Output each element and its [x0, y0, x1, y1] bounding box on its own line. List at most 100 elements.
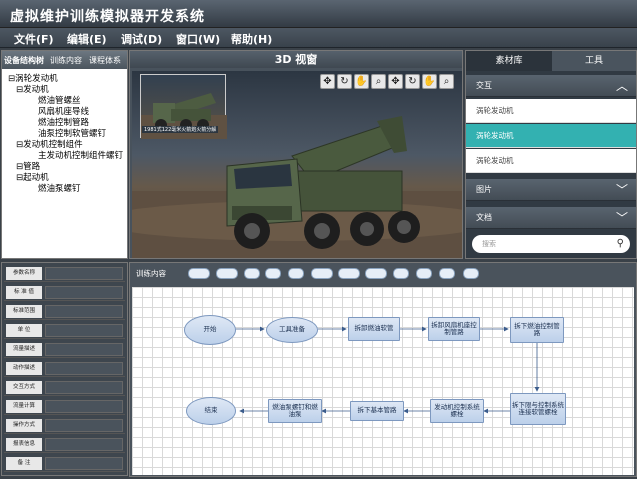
rotate-icon[interactable]: ↻ [337, 74, 352, 89]
param-value-field[interactable] [45, 267, 123, 280]
param-label: 动作描述 [6, 362, 42, 375]
3d-view-panel: 3D 视窗 1981式122毫米火箭炮火箭分解 ✥ ↻ ✋ ⌕ ✥ ↻ ✋ ⌕ [129, 50, 463, 259]
flow-node-step3[interactable]: 拆下燃油控制管路 [510, 317, 564, 343]
3d-scene[interactable]: 1981式122毫米火箭炮火箭分解 ✥ ↻ ✋ ⌕ ✥ ↻ ✋ ⌕ [132, 71, 462, 258]
menu-edit[interactable]: 编辑(E) [67, 31, 107, 47]
flow-node-end[interactable]: 结束 [186, 397, 236, 425]
param-value-field[interactable] [45, 438, 123, 451]
param-value-field[interactable] [45, 419, 123, 432]
param-value-field[interactable] [45, 457, 123, 470]
param-value-field[interactable] [45, 286, 123, 299]
param-row: 操作方式 [4, 417, 125, 434]
menu-window[interactable]: 窗口(W) [176, 31, 220, 47]
tree-node[interactable]: 燃油泵螺钉 [38, 182, 81, 194]
param-label: 流量描述 [6, 343, 42, 356]
param-row: 交互方式 [4, 379, 125, 396]
library-item[interactable]: 涡轮发动机 [466, 99, 636, 123]
pan-icon[interactable]: ✥ [388, 74, 403, 89]
library-tabs: 素材库 工具 [466, 51, 636, 71]
search-placeholder: 搜索 [482, 240, 496, 248]
training-toolbar-button[interactable] [463, 268, 479, 279]
param-value-field[interactable] [45, 400, 123, 413]
menu-bar: 文件(F) 编辑(E) 调试(D) 窗口(W) 帮助(H) [0, 28, 637, 48]
parameters-panel: 参数名称 标 准 值 标准范围 单 位 流量描述 动作描述 交互方式 流量计算 … [1, 262, 128, 476]
search-icon[interactable]: ⚲ [617, 235, 624, 253]
flow-node-step4[interactable]: 拆下限与控制系统连接软管螺栓 [510, 393, 566, 425]
app-title: 虚拟维护训练模拟器开发系统 [10, 9, 205, 25]
zoom-icon[interactable]: ⌕ [371, 74, 386, 89]
param-row: 单 位 [4, 322, 125, 339]
structure-panel: 设备结构树 训练内容 课程体系 ⊟涡轮发动机 ⊟发动机 燃油管螺丝 风扇机座导线… [1, 50, 128, 259]
chevron-up-icon: ︿ [615, 79, 628, 93]
tree-node[interactable]: 主发动机控制组件螺钉 [38, 149, 123, 161]
param-value-field[interactable] [45, 362, 123, 375]
library-item[interactable]: 涡轮发动机 [466, 149, 636, 173]
tab-training-content[interactable]: 训练内容 [50, 55, 82, 66]
param-row: 动作描述 [4, 360, 125, 377]
chevron-down-icon: ﹀ [615, 183, 628, 197]
training-toolbar-button[interactable] [288, 268, 304, 279]
title-bar: 虚拟维护训练模拟器开发系统 [0, 0, 637, 28]
flow-node-step2[interactable]: 拆卸风扇机座控制管路 [428, 317, 480, 341]
param-value-field[interactable] [45, 324, 123, 337]
menu-file[interactable]: 文件(F) [14, 31, 54, 47]
param-label: 参数名称 [6, 267, 42, 280]
tab-tools[interactable]: 工具 [552, 51, 636, 71]
training-toolbar-button[interactable] [416, 268, 432, 279]
param-row: 备 注 [4, 455, 125, 472]
pan-icon[interactable]: ✥ [320, 74, 335, 89]
param-value-field[interactable] [45, 305, 123, 318]
library-item-selected[interactable]: 涡轮发动机 [466, 124, 636, 148]
training-toolbar-button[interactable] [244, 268, 260, 279]
section-docs[interactable]: 文档 ﹀ [466, 207, 636, 229]
section-interaction[interactable]: 交互 ︿ [466, 75, 636, 97]
training-title: 训练内容 [136, 269, 166, 278]
left-tabs: 设备结构树 训练内容 课程体系 [2, 51, 127, 69]
thumbnail-caption: 1981式122毫米火箭炮火箭分解 [142, 126, 219, 133]
training-toolbar-button[interactable] [216, 268, 238, 279]
library-panel: 素材库 工具 交互 ︿ 涡轮发动机 涡轮发动机 涡轮发动机 图片 ﹀ 文档 ﹀ … [465, 50, 637, 259]
param-label: 标准范围 [6, 305, 42, 318]
flow-node-tool-prep[interactable]: 工具准备 [266, 317, 318, 343]
flow-node-start[interactable]: 开始 [184, 315, 236, 345]
param-row: 参数名称 [4, 265, 125, 282]
training-toolbar-button[interactable] [439, 268, 455, 279]
flow-node-step1[interactable]: 拆卸燃油软管 [348, 317, 400, 341]
tab-structure-tree[interactable]: 设备结构树 [4, 55, 44, 66]
param-label: 报表信息 [6, 438, 42, 451]
section-interaction-label: 交互 [476, 81, 492, 90]
param-label: 标 准 值 [6, 286, 42, 299]
tab-course-system[interactable]: 课程体系 [89, 55, 121, 66]
training-toolbar-button[interactable] [365, 268, 387, 279]
training-toolbar-button[interactable] [338, 268, 360, 279]
param-label: 操作方式 [6, 419, 42, 432]
param-value-field[interactable] [45, 343, 123, 356]
flow-node-step5[interactable]: 发动机控制系统螺栓 [430, 399, 484, 423]
menu-debug[interactable]: 调试(D) [121, 31, 162, 47]
view-toolbar: ✥ ↻ ✋ ⌕ ✥ ↻ ✋ ⌕ [320, 74, 454, 90]
param-row: 流量描述 [4, 341, 125, 358]
zoom-icon[interactable]: ⌕ [439, 74, 454, 89]
param-row: 标准范围 [4, 303, 125, 320]
flow-node-step6[interactable]: 拆下基本管路 [350, 401, 404, 421]
training-toolbar-button[interactable] [393, 268, 409, 279]
library-search-input[interactable]: 搜索 ⚲ [472, 235, 630, 253]
training-toolbar-button[interactable] [265, 268, 281, 279]
param-row: 报表信息 [4, 436, 125, 453]
param-label: 备 注 [6, 457, 42, 470]
rotate-icon[interactable]: ↻ [405, 74, 420, 89]
param-row: 流量计算 [4, 398, 125, 415]
hand-icon[interactable]: ✋ [354, 74, 369, 89]
training-toolbar-button[interactable] [188, 268, 210, 279]
menu-help[interactable]: 帮助(H) [231, 31, 272, 47]
flowchart-canvas[interactable]: 开始 工具准备 拆卸燃油软管 拆卸风扇机座控制管路 拆下燃油控制管路 拆下限与控… [132, 287, 634, 475]
flow-node-step7[interactable]: 燃油泵螺钉和燃油泵 [268, 399, 322, 423]
param-label: 单 位 [6, 324, 42, 337]
param-value-field[interactable] [45, 381, 123, 394]
section-images[interactable]: 图片 ﹀ [466, 179, 636, 201]
training-toolbar-button[interactable] [311, 268, 333, 279]
hand-icon[interactable]: ✋ [422, 74, 437, 89]
section-docs-label: 文档 [476, 213, 492, 222]
param-row: 标 准 值 [4, 284, 125, 301]
tab-materials[interactable]: 素材库 [466, 51, 552, 71]
